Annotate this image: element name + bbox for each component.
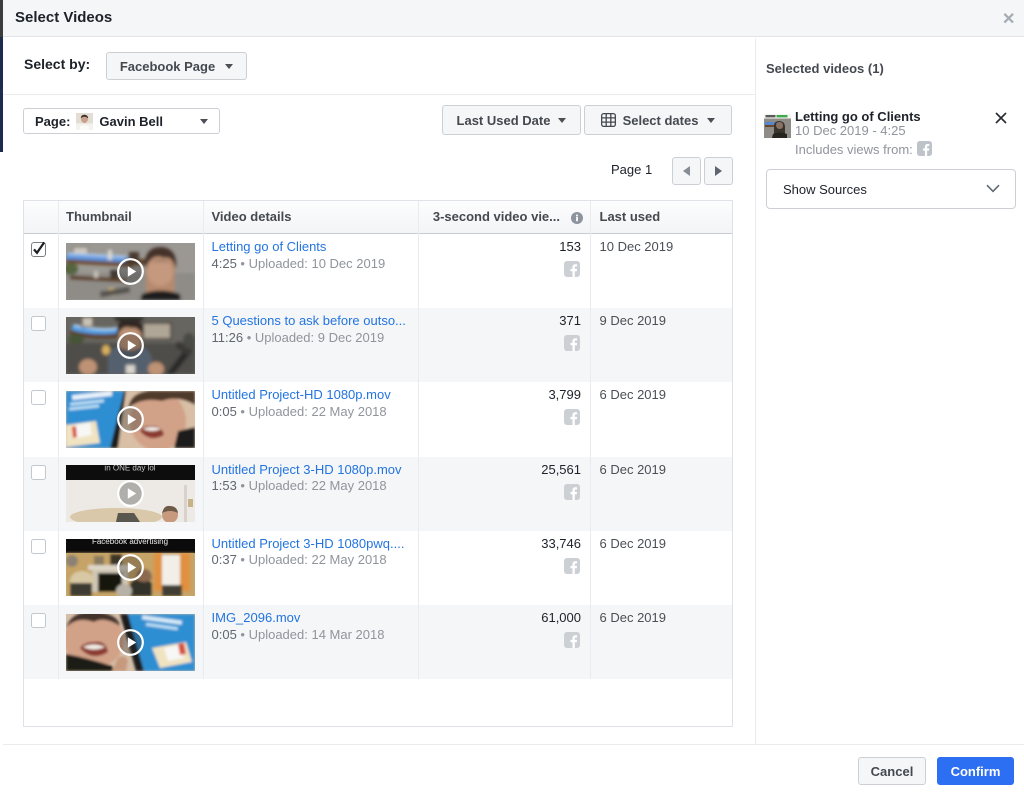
svg-text:in ONE day lol: in ONE day lol: [104, 465, 155, 473]
svg-text:Facebook advertising: Facebook advertising: [92, 539, 168, 546]
